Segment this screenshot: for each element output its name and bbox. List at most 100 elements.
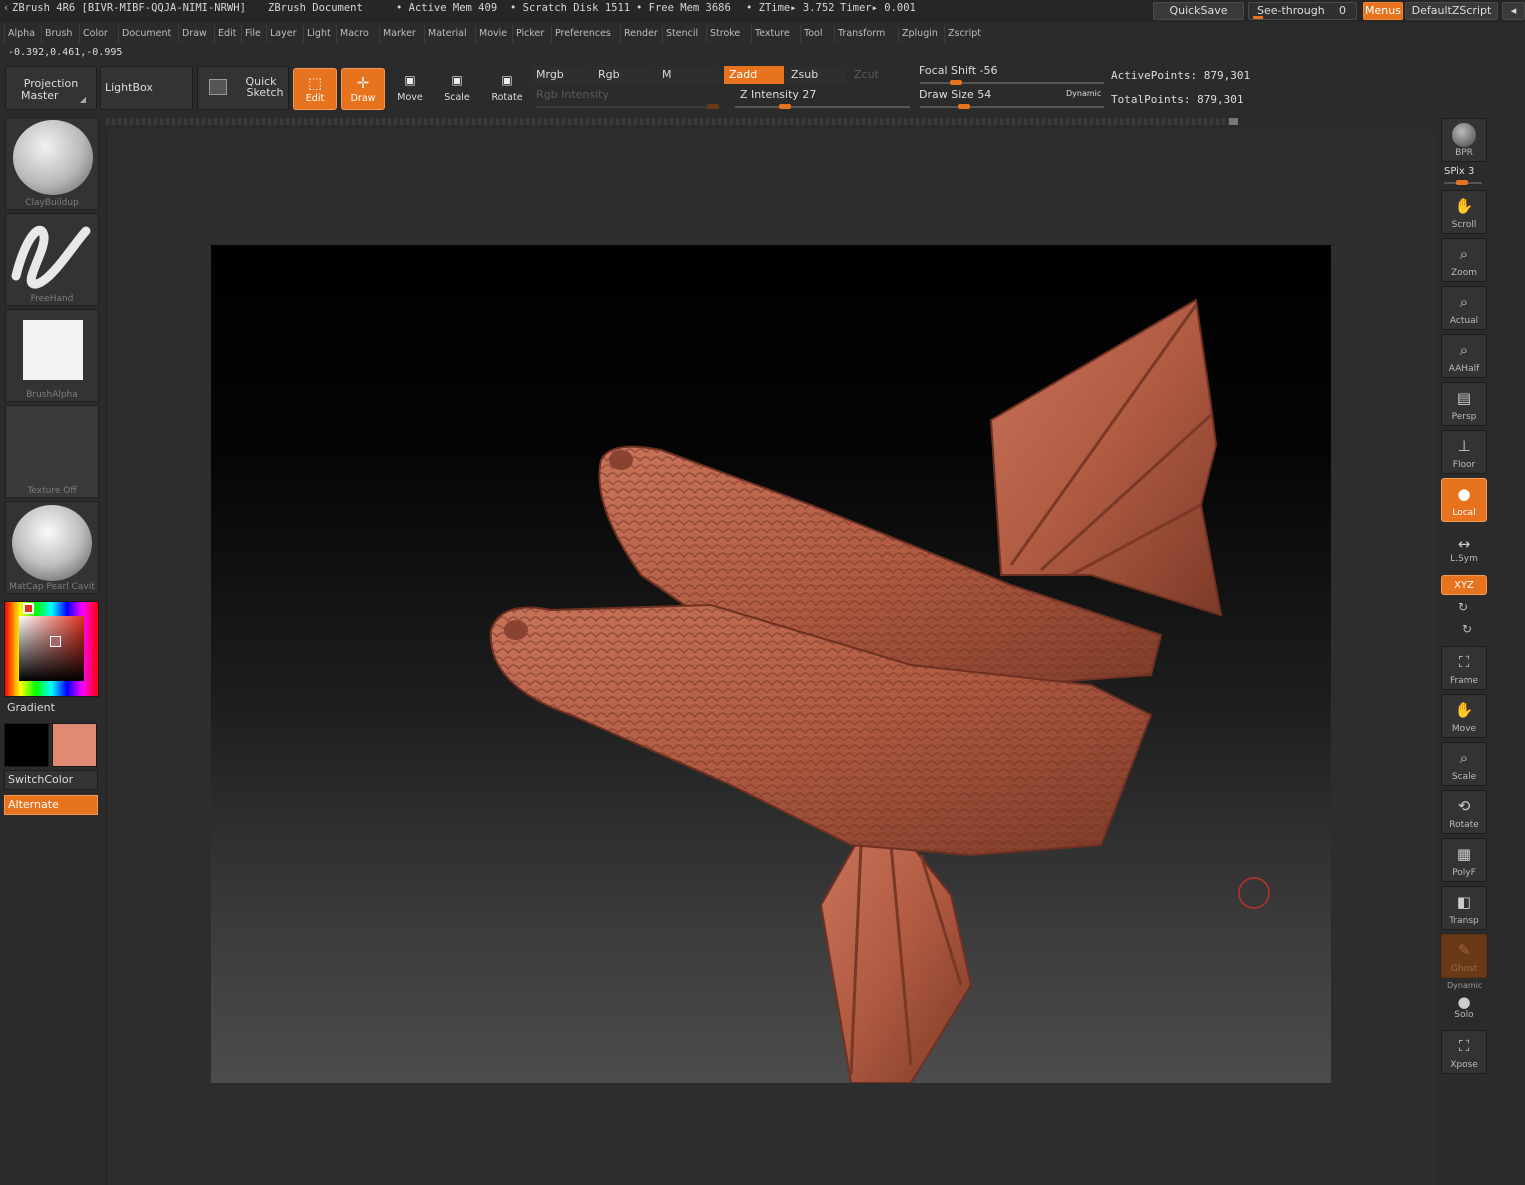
- upper-nostril: [609, 450, 633, 470]
- texture-selector[interactable]: Texture Off: [5, 405, 99, 498]
- persp-button[interactable]: ▤ Persp: [1441, 382, 1487, 426]
- menu-item-picker[interactable]: Picker: [512, 25, 547, 43]
- xyz-button[interactable]: XYZ: [1441, 575, 1487, 595]
- color-picker[interactable]: [4, 601, 99, 697]
- zsub-button[interactable]: Zsub: [786, 66, 846, 84]
- alpha-selector[interactable]: BrushAlpha: [5, 309, 99, 402]
- menu-item-draw[interactable]: Draw: [178, 25, 210, 43]
- alternate-button[interactable]: Alternate: [4, 795, 98, 815]
- bpr-button[interactable]: BPR: [1441, 118, 1487, 162]
- aahalf-icon: ⌕: [1459, 341, 1469, 359]
- menu-item-alpha[interactable]: Alpha: [4, 25, 38, 43]
- solo-button[interactable]: ● Solo: [1441, 990, 1487, 1024]
- menu-item-tool[interactable]: Tool: [800, 25, 825, 43]
- lightbox-label: LightBox: [105, 81, 153, 94]
- move-view-button[interactable]: ✋ Move: [1441, 694, 1487, 738]
- menu-item-color[interactable]: Color: [79, 25, 111, 43]
- rotate-y-icon[interactable]: ↻: [1458, 600, 1468, 614]
- menu-item-light[interactable]: Light: [303, 25, 334, 43]
- menu-item-stencil[interactable]: Stencil: [662, 25, 701, 43]
- m-button[interactable]: M: [657, 66, 719, 84]
- primary-color-swatch[interactable]: [4, 723, 49, 767]
- xpose-button[interactable]: ⛶ Xpose: [1441, 1030, 1487, 1074]
- ruler-end-marker: [1229, 118, 1238, 125]
- focal-shift-slider[interactable]: Focal Shift -56: [914, 62, 1104, 80]
- gradient-label[interactable]: Gradient: [7, 701, 55, 714]
- brush-alpha-icon: [23, 320, 83, 380]
- menu-item-macro[interactable]: Macro: [336, 25, 372, 43]
- menu-item-movie[interactable]: Movie: [475, 25, 510, 43]
- frame-button[interactable]: ⛶ Frame: [1441, 646, 1487, 690]
- menu-item-marker[interactable]: Marker: [379, 25, 419, 43]
- z-intensity-slider[interactable]: Z Intensity 27: [735, 86, 910, 104]
- ghost-button[interactable]: ✎ Ghost: [1441, 934, 1487, 978]
- menu-item-material[interactable]: Material: [424, 25, 470, 43]
- bpr-sphere-icon: [1452, 123, 1476, 147]
- menus-button[interactable]: Menus: [1363, 2, 1403, 20]
- rotate-button[interactable]: ▣ Rotate: [485, 68, 529, 110]
- mrgb-button[interactable]: Mrgb: [531, 66, 591, 84]
- polyframe-icon: ▦: [1456, 845, 1472, 863]
- projection-master-button[interactable]: Projection Master ◢: [5, 66, 97, 110]
- menu-item-preferences[interactable]: Preferences: [551, 25, 614, 43]
- move-button[interactable]: ▣ Move: [388, 68, 432, 110]
- actual-button[interactable]: ⌕ Actual: [1441, 286, 1487, 330]
- see-through-slider[interactable]: See-through 0: [1248, 2, 1357, 20]
- collapse-icon[interactable]: ◂: [1502, 2, 1525, 20]
- menu-item-edit[interactable]: Edit: [214, 25, 239, 43]
- lightbox-button[interactable]: LightBox: [100, 66, 193, 110]
- rgb-intensity-slider[interactable]: Rgb Intensity: [531, 86, 721, 104]
- default-zscript-button[interactable]: DefaultZScript: [1405, 2, 1498, 20]
- rgb-button[interactable]: Rgb: [593, 66, 655, 84]
- rotate-z-icon[interactable]: ↻: [1462, 622, 1472, 636]
- menu-item-brush[interactable]: Brush: [41, 25, 75, 43]
- menu-item-layer[interactable]: Layer: [266, 25, 300, 43]
- stroke-selector[interactable]: FreeHand: [5, 213, 99, 306]
- menu-item-transform[interactable]: Transform: [834, 25, 888, 43]
- brush-name: ClayBuildup: [25, 198, 79, 208]
- menu-item-zscript[interactable]: Zscript: [944, 25, 984, 43]
- back-arrow-icon[interactable]: ‹: [3, 2, 9, 14]
- scale-button[interactable]: ▣ Scale: [435, 68, 479, 110]
- polyf-button[interactable]: ▦ PolyF: [1441, 838, 1487, 882]
- scale-icon: ▣: [451, 73, 463, 87]
- transp-button[interactable]: ◧ Transp: [1441, 886, 1487, 930]
- menu-item-stroke[interactable]: Stroke: [706, 25, 743, 43]
- dynamic-toggle[interactable]: Dynamic: [1066, 89, 1101, 98]
- color-square[interactable]: [19, 616, 84, 681]
- draw-size-slider[interactable]: Draw Size 54: [914, 86, 1064, 104]
- rotate-view-button[interactable]: ⟲ Rotate: [1441, 790, 1487, 834]
- menu-item-file[interactable]: File: [241, 25, 264, 43]
- scroll-button[interactable]: ✋ Scroll: [1441, 190, 1487, 234]
- brush-selector[interactable]: ClayBuildup: [5, 117, 99, 210]
- material-selector[interactable]: MatCap Pearl Cavit: [5, 501, 99, 594]
- hue-marker[interactable]: [23, 603, 34, 614]
- zoom-button[interactable]: ⌕ Zoom: [1441, 238, 1487, 282]
- secondary-color-swatch[interactable]: [52, 723, 97, 767]
- spix-knob: [1456, 180, 1468, 185]
- zcut-button[interactable]: Zcut: [849, 66, 909, 84]
- timer: Timer▸ 0.001: [840, 2, 916, 14]
- quicksave-button[interactable]: QuickSave: [1153, 2, 1244, 20]
- matcap-sphere-icon: [12, 505, 92, 581]
- floor-button[interactable]: ⊥ Floor: [1441, 430, 1487, 474]
- switch-color-button[interactable]: SwitchColor: [4, 770, 98, 790]
- aahalf-button[interactable]: ⌕ AAHalf: [1441, 334, 1487, 378]
- scale-label: Scale: [444, 92, 470, 103]
- dragon-model[interactable]: [211, 245, 1331, 1083]
- menu-item-texture[interactable]: Texture: [751, 25, 793, 43]
- spix-slider[interactable]: SPix 3: [1444, 166, 1474, 177]
- color-marker[interactable]: [50, 636, 61, 647]
- quick-sketch-button[interactable]: Quick Sketch: [197, 66, 289, 110]
- lsym-button[interactable]: ↔ L.Sym: [1441, 528, 1487, 568]
- draw-button[interactable]: ✛ Draw: [341, 68, 385, 110]
- menu-item-render[interactable]: Render: [620, 25, 661, 43]
- menu-item-document[interactable]: Document: [118, 25, 174, 43]
- local-button[interactable]: ● Local: [1441, 478, 1487, 522]
- edit-button[interactable]: ⬚ Edit: [293, 68, 337, 110]
- ztime: • ZTime▸ 3.752: [746, 2, 835, 14]
- canvas-viewport[interactable]: [211, 245, 1331, 1083]
- scale-view-button[interactable]: ⌕ Scale: [1441, 742, 1487, 786]
- zadd-button[interactable]: Zadd: [724, 66, 784, 84]
- menu-item-zplugin[interactable]: Zplugin: [898, 25, 941, 43]
